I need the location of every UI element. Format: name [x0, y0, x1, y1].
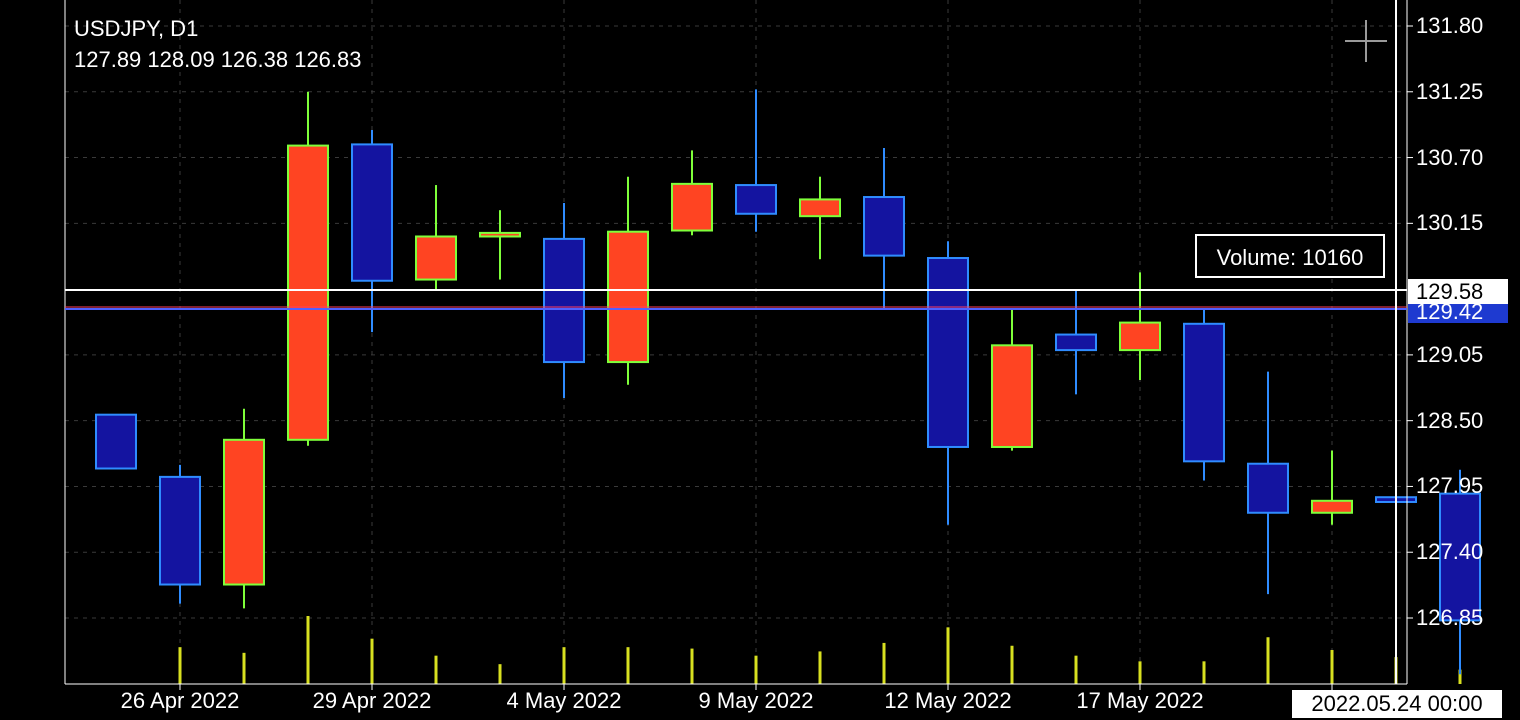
y-tick-label: 127.95	[1416, 473, 1484, 499]
candle-body	[671, 182, 713, 232]
candle	[863, 147, 905, 309]
y-tick-label: 128.50	[1416, 407, 1484, 433]
candle-body	[95, 413, 137, 470]
candle	[1055, 290, 1097, 395]
candle-body	[159, 475, 201, 586]
y-tick-label: 131.80	[1416, 13, 1484, 38]
candle	[671, 150, 713, 236]
x-tick-label: 29 Apr 2022	[312, 688, 432, 713]
candle-body	[607, 230, 649, 364]
symbol-title: USDJPY, D1	[74, 16, 199, 41]
ohlc-values: 127.89 128.09 126.38 126.83	[74, 47, 362, 72]
candle-body	[351, 143, 393, 282]
candle	[159, 464, 201, 604]
crosshair-price-label: 129.58	[1408, 279, 1508, 304]
x-tick-label: 4 May 2022	[506, 688, 622, 713]
candle-body	[735, 184, 777, 215]
y-tick-label: 127.40	[1416, 539, 1484, 565]
candle	[1119, 272, 1161, 381]
candle	[95, 413, 137, 470]
y-tick-label: 129.05	[1416, 341, 1484, 367]
candle-body	[543, 237, 585, 364]
candle	[1183, 308, 1225, 481]
candle-body	[287, 144, 329, 441]
y-tick-label: 131.25	[1416, 78, 1484, 104]
y-tick-label: 126.85	[1416, 605, 1484, 630]
volume-tooltip: Volume: 10160	[1195, 234, 1385, 278]
candle-body	[415, 235, 457, 281]
candle	[927, 241, 969, 525]
price-chart[interactable]	[0, 0, 1520, 720]
x-tick-label: 26 Apr 2022	[120, 688, 240, 713]
candle-body	[799, 198, 841, 218]
candle	[799, 176, 841, 260]
candle-body	[1119, 321, 1161, 352]
x-tick-label: 9 May 2022	[698, 688, 814, 713]
crosshair-time-label: 2022.05.24 00:00	[1292, 690, 1502, 718]
x-tick-label: 17 May 2022	[1076, 688, 1204, 713]
candle	[1311, 450, 1353, 525]
y-tick-label: 130.15	[1416, 210, 1484, 236]
candle	[991, 309, 1033, 451]
candle	[223, 408, 265, 609]
candle	[415, 185, 457, 291]
candle-body	[223, 438, 265, 586]
candle	[607, 176, 649, 385]
candle	[479, 210, 521, 280]
candle	[735, 89, 777, 232]
candle-body	[1055, 333, 1097, 352]
candle	[1439, 469, 1481, 675]
candle	[351, 130, 393, 333]
candle	[543, 203, 585, 398]
candle	[287, 91, 329, 446]
y-tick-label: 130.70	[1416, 144, 1484, 170]
candle-body	[479, 231, 521, 238]
candle-body	[1247, 462, 1289, 514]
candle-body	[863, 196, 905, 257]
candle	[1247, 371, 1289, 595]
candle-body	[927, 257, 969, 448]
candle-body	[1183, 322, 1225, 463]
candle-body	[991, 344, 1033, 448]
candle-body	[1311, 499, 1353, 514]
x-tick-label: 12 May 2022	[884, 688, 1012, 713]
